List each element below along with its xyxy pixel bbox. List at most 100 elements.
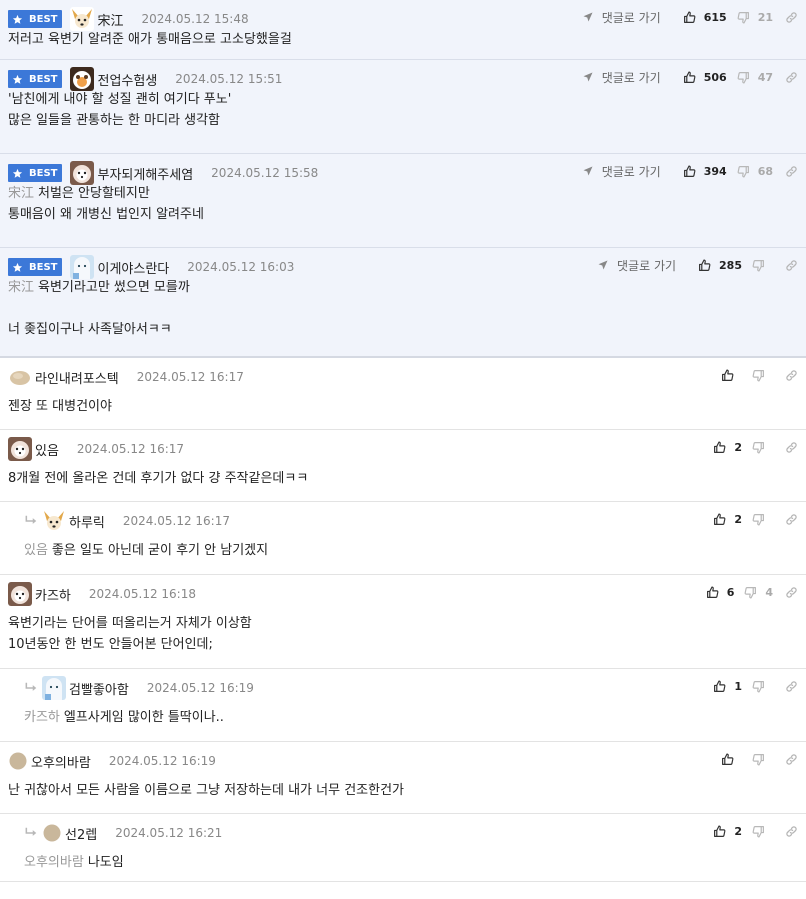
avatar[interactable] [8, 437, 32, 461]
avatar[interactable] [70, 67, 95, 91]
downvote-button[interactable] [752, 680, 773, 693]
downvote-button[interactable] [752, 753, 773, 766]
upvote-button[interactable] [721, 368, 742, 382]
upvote-count: 615 [703, 10, 727, 24]
reply-target[interactable]: 宋江 [8, 280, 34, 295]
upvote-button[interactable]: 1 [713, 680, 742, 693]
reply-arrow-icon [24, 681, 38, 695]
comment-line: 오후의바람 나도임 [24, 852, 124, 873]
thumbs-up-icon [713, 440, 730, 454]
comment-meta: 선2렙 2024.05.12 16:21 [24, 822, 222, 844]
comment-meta: 있음 2024.05.12 16:17 [8, 437, 184, 461]
best-comment: BEST 이게야스란다 2024.05.12 16:03 댓글로 가기 285 宋江 육변기… [0, 248, 806, 358]
timestamp: 2024.05.12 16:17 [122, 514, 230, 528]
comment-meta: 검빨좋아함 2024.05.12 16:19 [24, 676, 254, 700]
nickname[interactable]: 부자되게해주세염 [97, 164, 193, 183]
link-icon[interactable] [785, 513, 798, 526]
comment-meta: BEST 宋江 2024.05.12 15:48 [8, 7, 249, 31]
thumbs-up-icon [713, 512, 730, 526]
goto-comment-link[interactable]: 댓글로 가기 [582, 69, 661, 86]
nickname[interactable]: 전업수험생 [97, 70, 157, 89]
upvote-count: 394 [703, 164, 727, 178]
downvote-button[interactable] [752, 513, 773, 526]
navigation-arrow-icon [582, 165, 598, 177]
comment-actions: 댓글로 가기 285 [597, 256, 798, 274]
avatar[interactable] [8, 582, 32, 606]
downvote-button[interactable]: 4 [744, 586, 773, 599]
link-icon[interactable] [785, 441, 798, 454]
goto-comment-link[interactable]: 댓글로 가기 [582, 9, 661, 26]
reply-target[interactable]: 카즈하 [24, 710, 60, 725]
nickname[interactable]: 검빨좋아함 [69, 679, 129, 698]
link-icon[interactable] [785, 165, 798, 178]
comment: 라인내려포스텍 2024.05.12 16:17 젠장 또 대병건이야 [0, 358, 806, 430]
link-icon[interactable] [785, 586, 798, 599]
comment-actions: 댓글로 가기 394 68 [582, 162, 798, 180]
goto-comment-link[interactable]: 댓글로 가기 [597, 257, 676, 274]
reply-target[interactable]: 宋江 [8, 186, 34, 201]
comment-body: 젠장 또 대병건이야 [8, 396, 112, 417]
timestamp: 2024.05.12 15:51 [175, 72, 283, 86]
nickname[interactable]: 있음 [35, 440, 59, 459]
upvote-button[interactable]: 394 [683, 165, 727, 178]
avatar[interactable] [42, 509, 66, 533]
avatar[interactable] [8, 365, 32, 389]
upvote-button[interactable]: 506 [683, 71, 727, 84]
link-icon[interactable] [785, 825, 798, 838]
downvote-count: 21 [757, 10, 773, 24]
comment-actions: 1 [703, 677, 798, 695]
downvote-button[interactable] [752, 441, 773, 454]
link-icon[interactable] [785, 680, 798, 693]
avatar[interactable] [42, 676, 66, 700]
reply-target[interactable]: 있음 [24, 543, 48, 558]
downvote-button[interactable]: 21 [737, 11, 773, 24]
avatar[interactable] [8, 751, 28, 771]
best-comment: BEST 宋江 2024.05.12 15:48 댓글로 가기 615 21 저러고 육변기… [0, 0, 806, 60]
comment-text: 많은 일들을 관통하는 한 마디라 생각함 [8, 113, 221, 128]
downvote-button[interactable] [752, 259, 773, 272]
nickname[interactable]: 하루릭 [69, 512, 105, 531]
link-icon[interactable] [785, 259, 798, 272]
upvote-count: 285 [719, 258, 742, 272]
upvote-button[interactable]: 2 [713, 825, 742, 838]
avatar[interactable] [70, 161, 95, 185]
comment-body: 宋江 처벌은 안당할테지만통매음이 왜 개병신 법인지 알려주네 [8, 183, 204, 225]
comment-line: 너 좆집이구나 사족달아서ㅋㅋ [8, 319, 190, 340]
link-icon[interactable] [785, 369, 798, 382]
avatar[interactable] [70, 255, 95, 279]
upvote-button[interactable]: 615 [683, 11, 727, 24]
nickname[interactable]: 이게야스란다 [97, 258, 169, 277]
nickname[interactable]: 라인내려포스텍 [35, 368, 119, 387]
nickname[interactable]: 선2렙 [65, 824, 97, 843]
link-icon[interactable] [785, 71, 798, 84]
downvote-button[interactable]: 47 [737, 71, 773, 84]
reply-target[interactable]: 오후의바람 [24, 855, 84, 870]
link-icon[interactable] [785, 753, 798, 766]
upvote-button[interactable]: 6 [706, 586, 734, 599]
link-icon[interactable] [785, 11, 798, 24]
downvote-button[interactable] [752, 825, 773, 838]
avatar[interactable] [42, 823, 62, 843]
comment-line: 宋江 육변기라고만 썼으면 모를까 [8, 277, 190, 298]
downvote-button[interactable] [752, 369, 773, 382]
goto-label: 댓글로 가기 [601, 10, 661, 25]
upvote-count: 2 [734, 512, 742, 526]
comment-line: 宋江 처벌은 안당할테지만 [8, 183, 204, 204]
comment-line: 육변기라는 단어를 떠올리는거 자체가 이상함 [8, 613, 252, 634]
upvote-button[interactable] [721, 752, 742, 766]
nickname[interactable]: 오후의바람 [31, 752, 91, 771]
upvote-button[interactable]: 2 [713, 441, 742, 454]
upvote-button[interactable]: 2 [713, 513, 742, 526]
goto-comment-link[interactable]: 댓글로 가기 [582, 163, 661, 180]
best-label: BEST [29, 73, 58, 85]
nickname[interactable]: 카즈하 [35, 585, 71, 604]
comment-text: 통매음이 왜 개병신 법인지 알려주네 [8, 207, 204, 222]
best-label: BEST [29, 167, 58, 179]
avatar[interactable] [70, 7, 95, 31]
timestamp: 2024.05.12 16:17 [136, 370, 244, 384]
downvote-button[interactable]: 68 [737, 165, 773, 178]
nickname[interactable]: 宋江 [97, 10, 123, 29]
comment-body: 육변기라는 단어를 떠올리는거 자체가 이상함 10년동안 한 번도 안들어본 단… [8, 613, 252, 655]
upvote-button[interactable]: 285 [698, 259, 742, 272]
best-label: BEST [29, 13, 58, 25]
